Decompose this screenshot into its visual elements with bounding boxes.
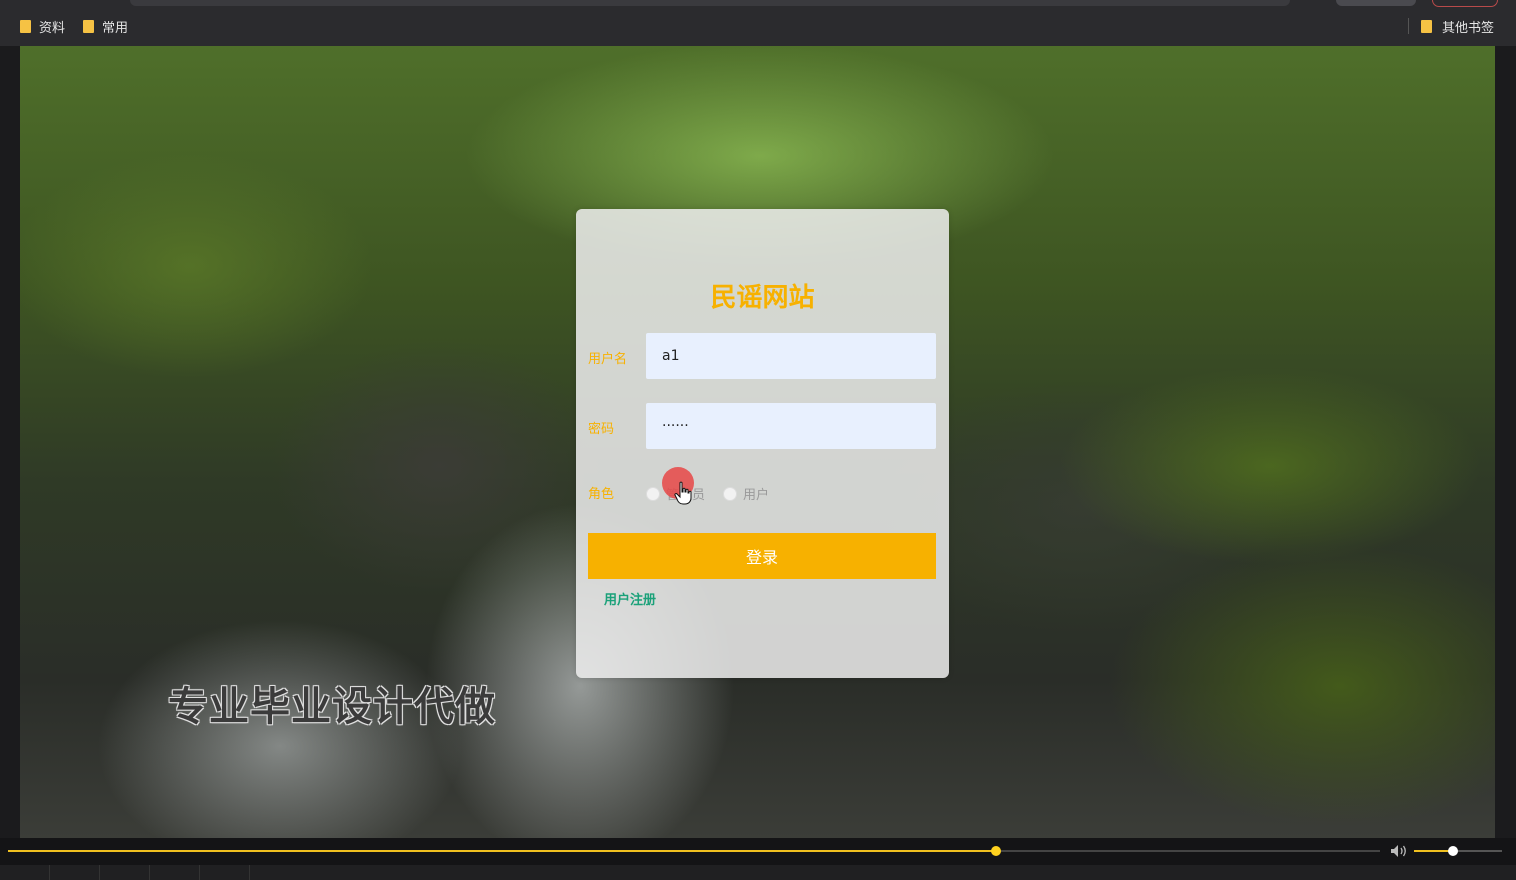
progress-bar[interactable] [8,846,1380,856]
page-viewport: 专业毕业设计代做 民谣网站 用户名 密码 角色 管理员 用户 登录 用户注册 [20,46,1495,838]
role-label: 角色 [588,487,615,502]
divider [1407,18,1409,34]
bookmark-item[interactable]: 常用 [83,17,128,36]
password-input[interactable] [646,403,936,449]
update-button[interactable] [1432,0,1498,7]
volume-fill [1414,850,1453,852]
taskbar-slot [200,865,250,880]
taskbar-slot [100,865,150,880]
username-input[interactable] [646,333,936,379]
other-bookmarks-label: 其他书签 [1441,20,1494,36]
address-bar[interactable] [130,0,1290,6]
hand-cursor-icon [674,481,692,505]
taskbar-slot [0,865,50,880]
volume-slider[interactable] [1414,846,1502,856]
volume-handle[interactable] [1447,846,1458,856]
taskbar-strip [0,865,1516,880]
bookmark-label: 常用 [102,20,129,36]
other-bookmarks[interactable]: 其他书签 [1407,12,1494,40]
site-title: 民谣网站 [710,283,815,313]
progress-fill [8,850,996,852]
role-option-label: 用户 [743,488,770,503]
username-label: 用户名 [588,352,628,367]
radio-button[interactable] [646,486,660,501]
taskbar-slot [50,865,100,880]
browser-toolbar: 资料 常用 其他书签 [0,0,1516,46]
video-player-controls [0,838,1516,880]
register-link[interactable]: 用户注册 [604,589,656,608]
login-card: 民谣网站 用户名 密码 角色 管理员 用户 登录 用户注册 [576,209,949,678]
bookmark-item[interactable]: 资料 [20,17,65,36]
progress-handle[interactable] [990,846,1001,856]
folder-icon [20,19,31,33]
bookmark-label: 资料 [39,20,66,36]
role-option-user[interactable]: 用户 [723,484,769,503]
bookmarks-bar: 资料 常用 [20,12,128,40]
password-label: 密码 [588,422,615,437]
watermark-text: 专业毕业设计代做 [168,684,496,730]
profile-button[interactable] [1336,0,1416,6]
radio-button[interactable] [723,486,738,501]
folder-icon [1420,19,1432,33]
taskbar-slot [150,865,200,880]
volume-icon[interactable] [1390,844,1408,858]
login-button[interactable]: 登录 [588,533,936,579]
folder-icon [83,19,95,33]
